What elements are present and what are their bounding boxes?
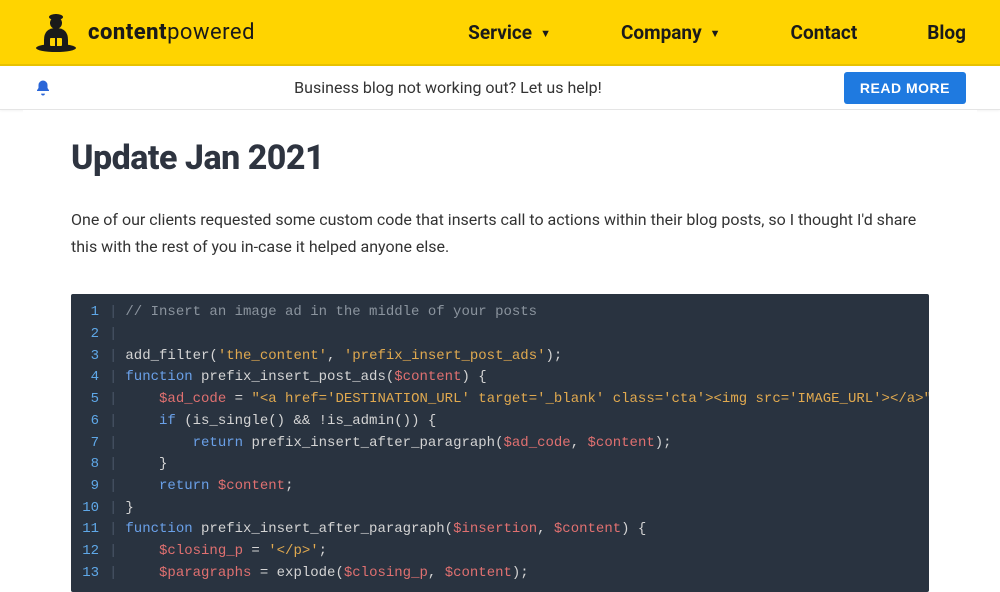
main-nav: Service▼ Company▼ Contact Blog — [468, 21, 966, 44]
chevron-down-icon: ▼ — [540, 27, 551, 40]
logo-icon — [34, 12, 78, 52]
code-line: 1|// Insert an image ad in the middle of… — [71, 302, 929, 324]
code-line: 13| $paragraphs = explode($closing_p, $c… — [71, 563, 929, 585]
code-content: if (is_single() && !is_admin()) { — [125, 411, 436, 433]
code-content: return $content; — [125, 476, 293, 498]
article-main: Update Jan 2021 One of our clients reque… — [23, 110, 977, 592]
gutter-pipe: | — [105, 324, 125, 346]
gutter-pipe: | — [105, 433, 125, 455]
code-content: function prefix_insert_after_paragraph($… — [125, 519, 646, 541]
code-block: 1|// Insert an image ad in the middle of… — [71, 294, 929, 592]
code-content: // Insert an image ad in the middle of y… — [125, 302, 537, 324]
line-number: 13 — [71, 563, 105, 585]
nav-blog[interactable]: Blog — [927, 21, 966, 44]
nav-company[interactable]: Company▼ — [621, 21, 721, 44]
logo[interactable]: contentpowered — [34, 12, 255, 52]
line-number: 11 — [71, 519, 105, 541]
code-content: add_filter('the_content', 'prefix_insert… — [125, 346, 562, 368]
line-number: 2 — [71, 324, 105, 346]
line-number: 10 — [71, 498, 105, 520]
gutter-pipe: | — [105, 302, 125, 324]
line-number: 8 — [71, 454, 105, 476]
article-title: Update Jan 2021 — [71, 138, 929, 178]
line-number: 9 — [71, 476, 105, 498]
nav-contact[interactable]: Contact — [791, 21, 858, 44]
code-content: return prefix_insert_after_paragraph($ad… — [125, 433, 671, 455]
nav-service[interactable]: Service▼ — [468, 21, 551, 44]
code-line: 11|function prefix_insert_after_paragrap… — [71, 519, 929, 541]
gutter-pipe: | — [105, 367, 125, 389]
line-number: 1 — [71, 302, 105, 324]
code-line: 2| — [71, 324, 929, 346]
gutter-pipe: | — [105, 411, 125, 433]
code-content: $ad_code = "<a href='DESTINATION_URL' ta… — [125, 389, 929, 411]
code-content: } — [125, 498, 133, 520]
announcement-text: Business blog not working out? Let us he… — [294, 78, 602, 97]
code-line: 10|} — [71, 498, 929, 520]
code-content: } — [125, 454, 167, 476]
code-line: 8| } — [71, 454, 929, 476]
line-number: 7 — [71, 433, 105, 455]
gutter-pipe: | — [105, 519, 125, 541]
code-line: 6| if (is_single() && !is_admin()) { — [71, 411, 929, 433]
code-line: 12| $closing_p = '</p>'; — [71, 541, 929, 563]
article-body: One of our clients requested some custom… — [71, 206, 929, 260]
announcement-bar: Business blog not working out? Let us he… — [0, 66, 1000, 110]
code-line: 5| $ad_code = "<a href='DESTINATION_URL'… — [71, 389, 929, 411]
line-number: 4 — [71, 367, 105, 389]
line-number: 3 — [71, 346, 105, 368]
code-line: 4|function prefix_insert_post_ads($conte… — [71, 367, 929, 389]
code-content: $paragraphs = explode($closing_p, $conte… — [125, 563, 528, 585]
bell-icon — [34, 79, 52, 97]
gutter-pipe: | — [105, 476, 125, 498]
chevron-down-icon: ▼ — [710, 27, 721, 40]
code-content: function prefix_insert_post_ads($content… — [125, 367, 486, 389]
gutter-pipe: | — [105, 541, 125, 563]
code-line: 9| return $content; — [71, 476, 929, 498]
line-number: 5 — [71, 389, 105, 411]
code-content: $closing_p = '</p>'; — [125, 541, 327, 563]
gutter-pipe: | — [105, 346, 125, 368]
gutter-pipe: | — [105, 454, 125, 476]
gutter-pipe: | — [105, 389, 125, 411]
code-line: 3|add_filter('the_content', 'prefix_inse… — [71, 346, 929, 368]
line-number: 12 — [71, 541, 105, 563]
read-more-button[interactable]: READ MORE — [844, 72, 966, 104]
gutter-pipe: | — [105, 563, 125, 585]
gutter-pipe: | — [105, 498, 125, 520]
line-number: 6 — [71, 411, 105, 433]
code-line: 7| return prefix_insert_after_paragraph(… — [71, 433, 929, 455]
main-header: contentpowered Service▼ Company▼ Contact… — [0, 0, 1000, 66]
logo-text: contentpowered — [88, 20, 255, 45]
